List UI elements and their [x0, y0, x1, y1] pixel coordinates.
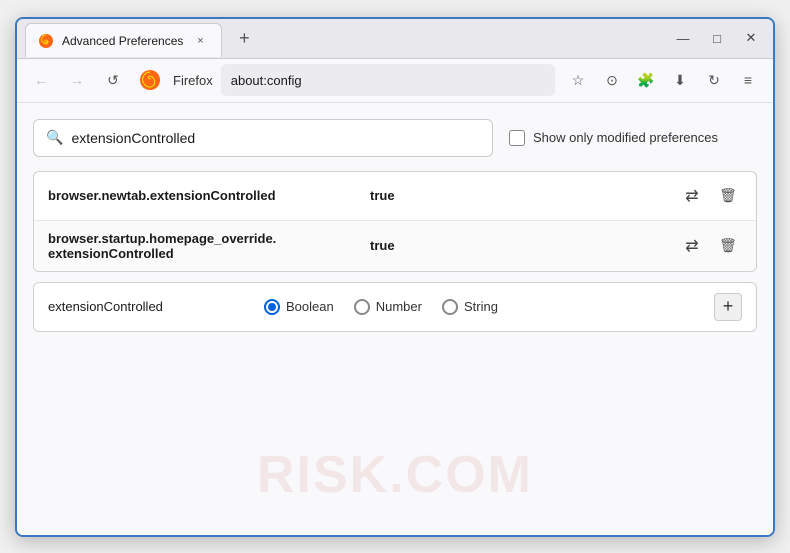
pref-name-2-line2: extensionControlled	[48, 246, 358, 261]
search-input[interactable]	[71, 130, 480, 146]
string-radio-label: String	[464, 299, 498, 314]
delete-pref-1-button[interactable]: 🗑	[714, 182, 742, 210]
extension-button[interactable]: 🧩	[631, 65, 661, 95]
search-input-wrap: 🔍	[33, 119, 493, 157]
number-radio-item[interactable]: Number	[354, 299, 422, 315]
new-tab-button[interactable]: +	[230, 24, 258, 52]
table-row: browser.newtab.extensionControlled true …	[34, 172, 756, 221]
tab-title: Advanced Preferences	[62, 34, 183, 48]
menu-button[interactable]: ≡	[733, 65, 763, 95]
maximize-button[interactable]: □	[703, 24, 731, 52]
pref-value-2: true	[370, 238, 666, 253]
sync-button[interactable]: ↻	[699, 65, 729, 95]
browser-tab[interactable]: Advanced Preferences ×	[25, 23, 222, 57]
add-preference-row: extensionControlled Boolean Number Strin…	[33, 282, 757, 332]
tab-close-button[interactable]: ×	[191, 32, 209, 50]
close-button[interactable]: ✕	[737, 24, 765, 52]
title-bar: Advanced Preferences × + — □ ✕	[17, 19, 773, 59]
bookmark-button[interactable]: ☆	[563, 65, 593, 95]
pref-name-2-line1: browser.startup.homepage_override.	[48, 231, 358, 246]
address-text: about:config	[231, 73, 302, 88]
show-modified-checkbox[interactable]	[509, 130, 525, 146]
boolean-radio-item[interactable]: Boolean	[264, 299, 334, 315]
pref-name-2: browser.startup.homepage_override. exten…	[48, 231, 358, 261]
new-pref-name: extensionControlled	[48, 299, 248, 314]
show-modified-text: Show only modified preferences	[533, 130, 718, 145]
preferences-table: browser.newtab.extensionControlled true …	[33, 171, 757, 272]
pref-value-1: true	[370, 188, 666, 203]
firefox-label: Firefox	[173, 73, 213, 88]
number-radio-label: Number	[376, 299, 422, 314]
downloads-button[interactable]: ⬇	[665, 65, 695, 95]
search-bar: 🔍 Show only modified preferences	[33, 119, 757, 157]
delete-pref-2-button[interactable]: 🗑	[714, 232, 742, 260]
string-radio-item[interactable]: String	[442, 299, 498, 315]
nav-bar: ← → ↺ Firefox about:config ☆ ⊙ 🧩 ⬇ ↻ ≡	[17, 59, 773, 103]
watermark: RISK.COM	[257, 445, 533, 505]
browser-window: Advanced Preferences × + — □ ✕ ← → ↺ Fir…	[15, 17, 775, 537]
nav-icons: ☆ ⊙ 🧩 ⬇ ↻ ≡	[563, 65, 763, 95]
trash-icon: 🗑	[719, 187, 737, 204]
reset-pref-1-button[interactable]: ⇄	[678, 182, 706, 210]
pref-actions-2: ⇄ 🗑	[678, 232, 742, 260]
boolean-radio-label: Boolean	[286, 299, 334, 314]
pref-name-1: browser.newtab.extensionControlled	[48, 188, 358, 203]
reset-icon: ⇄	[685, 236, 698, 256]
trash-icon: 🗑	[719, 237, 737, 254]
reset-icon: ⇄	[685, 186, 698, 206]
add-icon: +	[723, 296, 734, 317]
boolean-radio-button[interactable]	[264, 299, 280, 315]
content-area: RISK.COM 🔍 Show only modified preference…	[17, 103, 773, 535]
table-row: browser.startup.homepage_override. exten…	[34, 221, 756, 271]
number-radio-button[interactable]	[354, 299, 370, 315]
reset-pref-2-button[interactable]: ⇄	[678, 232, 706, 260]
back-button[interactable]: ←	[27, 66, 55, 94]
show-modified-label[interactable]: Show only modified preferences	[509, 130, 718, 146]
pocket-button[interactable]: ⊙	[597, 65, 627, 95]
tab-favicon-icon	[38, 33, 54, 49]
add-preference-button[interactable]: +	[714, 293, 742, 321]
firefox-logo-icon	[139, 69, 161, 91]
search-icon: 🔍	[46, 129, 63, 146]
pref-actions-1: ⇄ 🗑	[678, 182, 742, 210]
window-controls: — □ ✕	[669, 24, 765, 52]
string-radio-button[interactable]	[442, 299, 458, 315]
minimize-button[interactable]: —	[669, 24, 697, 52]
refresh-button[interactable]: ↺	[99, 66, 127, 94]
type-radio-group: Boolean Number String	[264, 299, 698, 315]
address-bar[interactable]: about:config	[221, 64, 555, 96]
forward-button[interactable]: →	[63, 66, 91, 94]
